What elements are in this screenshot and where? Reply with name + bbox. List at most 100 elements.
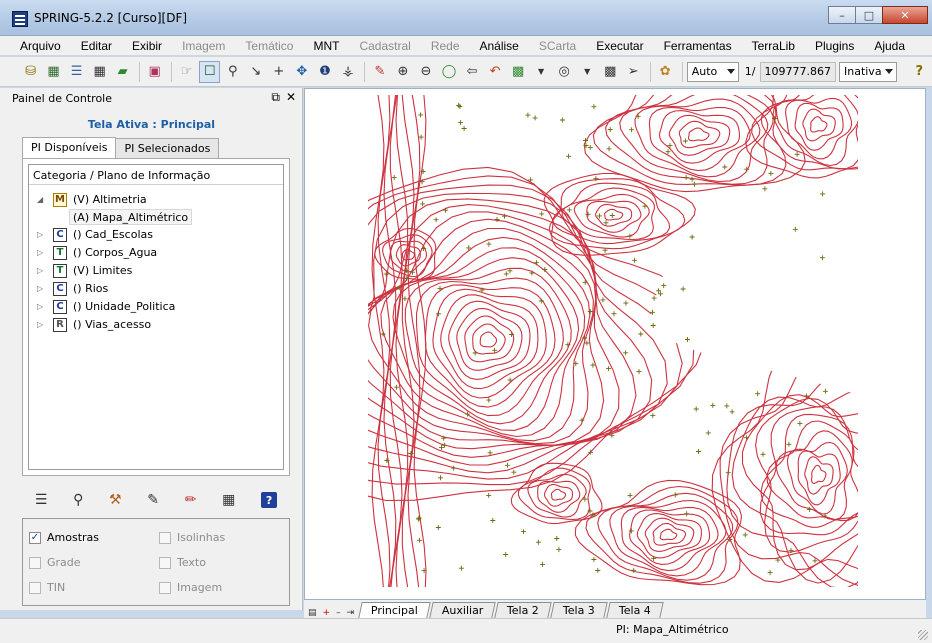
contour-map[interactable] [368,95,858,587]
amostras-checkbox[interactable]: ✓ Amostras [29,531,99,544]
texto-checkbox[interactable]: Texto [159,556,206,569]
menu-imagem[interactable]: Imagem [172,39,235,53]
zoom-icon[interactable]: ⚲ [222,61,243,83]
display-map-icon[interactable]: ☐ [199,60,221,83]
tab-pi-selected[interactable]: PI Selecionados [115,138,220,160]
grade-checkbox[interactable]: Grade [29,556,81,569]
back-icon[interactable]: ⇦ [462,61,483,83]
menu-ajuda[interactable]: Ajuda [864,39,915,53]
map-canvas[interactable] [304,88,926,600]
menu-arquivo[interactable]: Arquivo [10,39,71,53]
scale-field[interactable]: 109777.867 [759,61,836,82]
auto-select[interactable]: Auto [686,61,739,82]
imagem-checkbox[interactable]: Imagem [159,581,222,594]
tab-auxiliar[interactable]: Auxiliar [429,602,497,618]
info-icon[interactable]: ❶ [314,61,335,83]
tab-menu-icon[interactable]: ▤ [308,608,317,618]
dropdown-arrow-icon[interactable]: ▼ [531,61,552,83]
tree-item-vias-acesso[interactable]: ▷ R () Vias_acesso [29,316,151,333]
tab-pi-available[interactable]: PI Disponíveis [22,137,117,159]
maximize-button[interactable]: □ [855,6,883,24]
menu-mnt[interactable]: MNT [303,39,349,53]
pi-item-mapa-altimetrico[interactable]: (A) Mapa_Altimétrico [69,209,193,225]
edit-icon[interactable]: ✎ [147,492,159,508]
eraser-icon[interactable]: ▰ [112,61,133,83]
collapsed-arrow-icon[interactable]: ▷ [37,248,47,257]
pencil-icon[interactable]: ✎ [369,61,390,83]
close-panel-icon[interactable]: ✕ [286,90,296,105]
grid-icon[interactable]: ▦ [89,61,110,83]
frame-icon[interactable]: ▩ [600,61,621,83]
collapsed-arrow-icon[interactable]: ▷ [37,320,47,329]
isolinhas-label: Isolinhas [177,531,226,544]
pan-icon[interactable]: ✥ [291,61,312,83]
contour-line [802,108,836,142]
screen-icon[interactable]: ▣ [144,61,165,83]
sample-point [416,515,422,521]
zoom-out-icon[interactable]: ⊖ [415,61,436,83]
contour-line [804,456,834,495]
help-icon[interactable]: ? [261,492,278,508]
palette-icon[interactable]: ✿ [655,61,676,83]
target-icon[interactable]: ◎ [554,61,575,83]
menu-executar[interactable]: Executar [586,39,653,53]
contour-line [687,127,710,142]
tin-checkbox[interactable]: TIN [29,581,65,594]
pencil-icon[interactable]: ✏ [185,492,197,508]
tree-item-altimetria[interactable]: ◢ M (V) Altimetria [29,191,147,208]
tree-item-unidade-politica[interactable]: ▷ C () Unidade_Politica [29,298,175,315]
menu-rede[interactable]: Rede [421,39,470,53]
collapsed-arrow-icon[interactable]: ▷ [37,266,47,275]
menu-exibir[interactable]: Exibir [122,39,172,53]
select-cursor-icon[interactable]: ➢ [623,61,644,83]
close-button[interactable]: ✕ [882,6,928,24]
collapsed-arrow-icon[interactable]: ▷ [37,284,47,293]
menu-scarta[interactable]: SCarta [529,39,586,53]
zoom-in-icon[interactable]: ⊕ [392,61,413,83]
collapsed-arrow-icon[interactable]: ▷ [37,230,47,239]
tag-icon[interactable]: ⚶ [337,61,358,83]
tree-item-rios[interactable]: ▷ C () Rios [29,280,108,297]
tree-item-limites[interactable]: ▷ T (V) Limites [29,262,132,279]
zoom-area-icon[interactable]: ◯ [438,61,459,83]
cursor-info-icon[interactable]: ☞ [176,61,197,83]
add-tab-icon[interactable]: + [323,608,331,618]
mode-select[interactable]: Inativa [838,61,897,82]
undo-icon[interactable]: ↶ [485,61,506,83]
list-icon[interactable]: ☰ [35,492,48,508]
menu-plugins[interactable]: Plugins [805,39,864,53]
menu-editar[interactable]: Editar [71,39,122,53]
tools-icon[interactable]: ⚒ [109,492,122,508]
minimize-button[interactable]: – [828,6,856,24]
help-icon[interactable]: ? [909,61,930,83]
tab-tela-2[interactable]: Tela 2 [494,602,553,618]
plus-icon[interactable]: + [268,61,289,83]
tree-item-cad-escolas[interactable]: ▷ C () Cad_Escolas [29,226,153,243]
dropdown-arrow-icon[interactable]: ▼ [577,61,598,83]
menu-analise[interactable]: Análise [470,39,529,53]
project-icon[interactable]: ▦ [43,61,64,83]
database-icon[interactable]: ⛁ [20,61,41,83]
tree-item-corpos-agua[interactable]: ▷ T () Corpos_Agua [29,244,157,261]
menu-terralib[interactable]: TerraLib [742,39,805,53]
menu-tematico[interactable]: Temático [235,39,303,53]
legend-icon[interactable]: ▩ [508,61,529,83]
menu-ferramentas[interactable]: Ferramentas [654,39,742,53]
tab-tela-3[interactable]: Tela 3 [550,602,608,618]
menu-cadastral[interactable]: Cadastral [349,39,420,53]
sample-point [794,151,800,157]
tab-tela-4[interactable]: Tela 4 [606,602,664,618]
layers-icon[interactable]: ☰ [66,61,87,83]
resize-grip-icon[interactable] [918,630,928,640]
expanded-arrow-icon[interactable]: ◢ [37,195,47,204]
sample-point [672,492,678,498]
collapsed-arrow-icon[interactable]: ▷ [37,302,47,311]
tab-principal[interactable]: Principal [358,602,431,618]
table-icon[interactable]: ▦ [222,492,235,508]
isolinhas-checkbox[interactable]: Isolinhas [159,531,225,544]
search-layer-icon[interactable]: ⚲ [73,492,83,508]
restore-panel-icon[interactable]: ⧉ [271,90,280,105]
remove-tab-icon[interactable]: – [336,608,341,618]
arrow-down-right-icon[interactable]: ↘ [245,61,266,83]
tab-list-icon[interactable]: ⇥ [347,608,355,618]
